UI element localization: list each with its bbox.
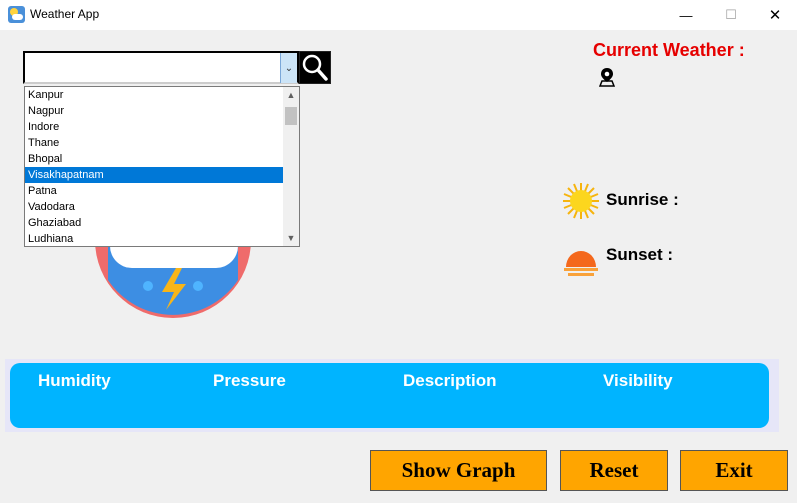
window-title: Weather App xyxy=(30,7,100,21)
visibility-label: Visibility xyxy=(603,371,673,390)
sunrise-icon xyxy=(563,183,599,219)
search-icon xyxy=(302,54,328,81)
scrollbar-thumb[interactable] xyxy=(285,107,297,125)
city-dropdown-list[interactable]: Kanpur Nagpur Indore Thane Bhopal Visakh… xyxy=(24,86,300,247)
scroll-down-icon[interactable]: ▼ xyxy=(283,230,299,246)
location-pin-icon xyxy=(599,68,615,87)
dropdown-item[interactable]: Kanpur xyxy=(25,87,283,103)
humidity-label: Humidity xyxy=(38,371,111,390)
show-graph-button[interactable]: Show Graph xyxy=(370,450,547,491)
title-bar: Weather App — ☐ ✕ xyxy=(0,0,797,30)
dropdown-item-selected[interactable]: Visakhapatnam xyxy=(25,167,283,183)
maximize-button[interactable]: ☐ xyxy=(708,0,754,30)
app-icon xyxy=(8,6,25,23)
sunrise-label: Sunrise : xyxy=(606,190,679,209)
sunset-icon xyxy=(564,251,598,276)
chevron-down-icon[interactable]: ⌄ xyxy=(280,53,297,83)
dropdown-item[interactable]: Bhopal xyxy=(25,151,283,167)
city-combobox[interactable]: ⌄ xyxy=(23,51,299,84)
dropdown-item[interactable]: Nagpur xyxy=(25,103,283,119)
dropdown-item[interactable]: Vadodara xyxy=(25,199,283,215)
close-button[interactable]: ✕ xyxy=(752,0,797,30)
search-button[interactable] xyxy=(299,51,331,84)
reset-button[interactable]: Reset xyxy=(560,450,668,491)
minimize-button[interactable]: — xyxy=(663,0,709,30)
scroll-up-icon[interactable]: ▲ xyxy=(283,87,299,103)
current-weather-label: Current Weather : xyxy=(593,40,745,60)
pressure-label: Pressure xyxy=(213,371,286,390)
description-label: Description xyxy=(403,371,497,390)
dropdown-scrollbar[interactable]: ▲ ▼ xyxy=(283,87,299,246)
dropdown-item[interactable]: Thane xyxy=(25,135,283,151)
dropdown-item[interactable]: Indore xyxy=(25,119,283,135)
exit-button[interactable]: Exit xyxy=(680,450,788,491)
dropdown-item[interactable]: Patna xyxy=(25,183,283,199)
dropdown-item[interactable]: Ludhiana xyxy=(25,231,283,247)
dropdown-item[interactable]: Ghaziabad xyxy=(25,215,283,231)
sunset-label: Sunset : xyxy=(606,245,674,264)
